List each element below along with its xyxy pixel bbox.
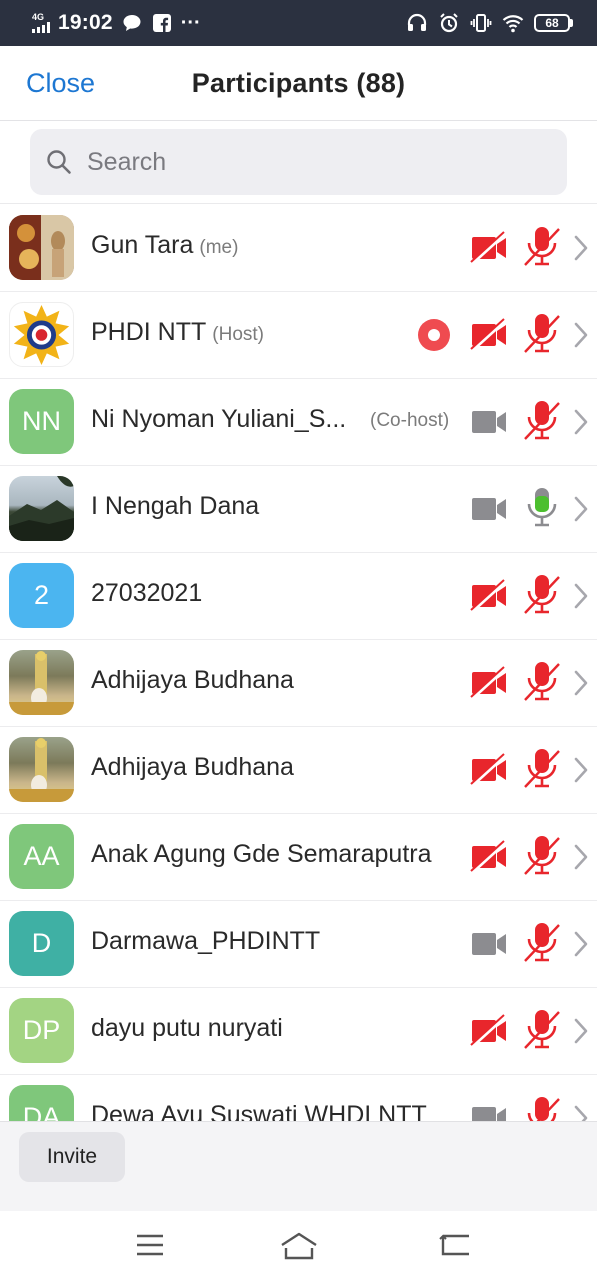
participant-row[interactable]: Adhijaya Budhana [0,640,597,727]
participant-name: Gun Tara (me) [91,231,239,259]
participant-name: PHDI NTT (Host) [91,318,265,346]
video-on-icon[interactable] [470,492,508,526]
participant-list[interactable]: Gun Tara (me) PHDI NTT (Host) NN Ni Nyoman… [0,205,597,1121]
participants-header: Close Participants (88) [0,46,597,121]
mic-muted-icon[interactable] [523,921,561,963]
avatar [9,302,74,367]
mic-muted-icon[interactable] [523,834,561,876]
organization-logo-icon [13,304,70,366]
avatar [9,476,74,541]
participant-name: Adhijaya Budhana [91,666,294,694]
video-off-icon[interactable] [470,840,508,874]
menu-icon[interactable] [134,1231,166,1259]
search-section [0,121,597,204]
back-icon[interactable] [438,1231,472,1259]
facebook-icon [152,14,171,32]
video-off-icon[interactable] [470,753,508,787]
chevron-right-icon[interactable] [573,756,589,784]
battery-icon: 68 [534,14,573,32]
more-dots-icon: ··· [180,11,201,34]
vibrate-icon [470,14,492,32]
bottom-toolbar: Invite [0,1121,597,1211]
chevron-right-icon[interactable] [573,321,589,349]
avatar: D [9,911,74,976]
status-bar: 4G 19:02 ··· 68 [0,0,597,46]
wifi-icon [502,15,524,33]
video-off-icon[interactable] [470,1014,508,1048]
video-off-icon[interactable] [470,231,508,265]
chevron-right-icon[interactable] [573,1104,589,1121]
invite-button[interactable]: Invite [19,1132,125,1182]
participant-row[interactable]: I Nengah Dana [0,466,597,553]
chevron-right-icon[interactable] [573,1017,589,1045]
page-title: Participants (88) [191,67,406,98]
participant-row[interactable]: DP dayu putu nuryati [0,988,597,1075]
system-nav-bar [0,1211,597,1280]
mic-muted-icon[interactable] [523,747,561,789]
participant-name: Dewa Ayu Suswati WHDI NTT [91,1101,427,1121]
search-icon [47,150,71,174]
battery-level: 68 [545,16,559,30]
avatar [9,215,74,280]
mic-on-icon[interactable] [523,486,561,528]
alarm-icon [440,13,458,33]
network-type: 4G [32,12,45,22]
headset-icon [407,13,427,31]
participant-row[interactable]: Gun Tara (me) [0,205,597,292]
avatar: DA [9,1085,74,1121]
clock-time: 19:02 [58,11,113,34]
participant-name: Ni Nyoman Yuliani_S... [91,405,347,433]
participant-row[interactable]: NN Ni Nyoman Yuliani_S... (Co-host) [0,379,597,466]
home-icon[interactable] [279,1231,319,1261]
participant-role-tag: (Host) [212,324,265,345]
mic-muted-icon[interactable] [523,1095,561,1121]
participant-name: Anak Agung Gde Semaraputra [91,840,432,868]
search-input[interactable] [87,147,527,177]
chevron-right-icon[interactable] [573,408,589,436]
participant-row[interactable]: D Darmawa_PHDINTT [0,901,597,988]
participant-name: dayu putu nuryati [91,1014,283,1042]
chevron-right-icon[interactable] [573,582,589,610]
chevron-right-icon[interactable] [573,669,589,697]
participant-name: 27032021 [91,579,203,607]
participant-name: Adhijaya Budhana [91,753,294,781]
participant-row[interactable]: 2 27032021 [0,553,597,640]
video-on-icon[interactable] [470,405,508,439]
mic-muted-icon[interactable] [523,312,561,354]
avatar: NN [9,389,74,454]
video-off-icon[interactable] [470,666,508,700]
participant-name: I Nengah Dana [91,492,260,520]
participant-row[interactable]: PHDI NTT (Host) [0,292,597,379]
participant-name: Darmawa_PHDINTT [91,927,321,955]
chevron-right-icon[interactable] [573,930,589,958]
participant-role-tag: (Co-host) [370,410,450,431]
close-button[interactable]: Close [26,68,95,99]
mic-muted-icon[interactable] [523,660,561,702]
avatar: AA [9,824,74,889]
mic-muted-icon[interactable] [523,1008,561,1050]
mic-muted-icon[interactable] [523,399,561,441]
chevron-right-icon[interactable] [573,843,589,871]
avatar [9,650,74,715]
search-bar[interactable] [30,129,567,195]
cellular-signal-icon: 4G [32,13,50,33]
chevron-right-icon[interactable] [573,234,589,262]
participant-row[interactable]: AA Anak Agung Gde Semaraputra [0,814,597,901]
participant-row[interactable]: DA Dewa Ayu Suswati WHDI NTT [0,1075,597,1121]
avatar: DP [9,998,74,1063]
chat-bubble-icon [123,15,141,31]
recording-icon [418,319,450,351]
avatar [9,737,74,802]
participant-role-tag: (me) [199,237,239,258]
video-on-icon[interactable] [470,927,508,961]
chevron-right-icon[interactable] [573,495,589,523]
participant-row[interactable]: Adhijaya Budhana [0,727,597,814]
mic-muted-icon[interactable] [523,225,561,267]
mic-muted-icon[interactable] [523,573,561,615]
video-off-icon[interactable] [470,318,508,352]
avatar: 2 [9,563,74,628]
video-on-icon[interactable] [470,1101,508,1121]
video-off-icon[interactable] [470,579,508,613]
